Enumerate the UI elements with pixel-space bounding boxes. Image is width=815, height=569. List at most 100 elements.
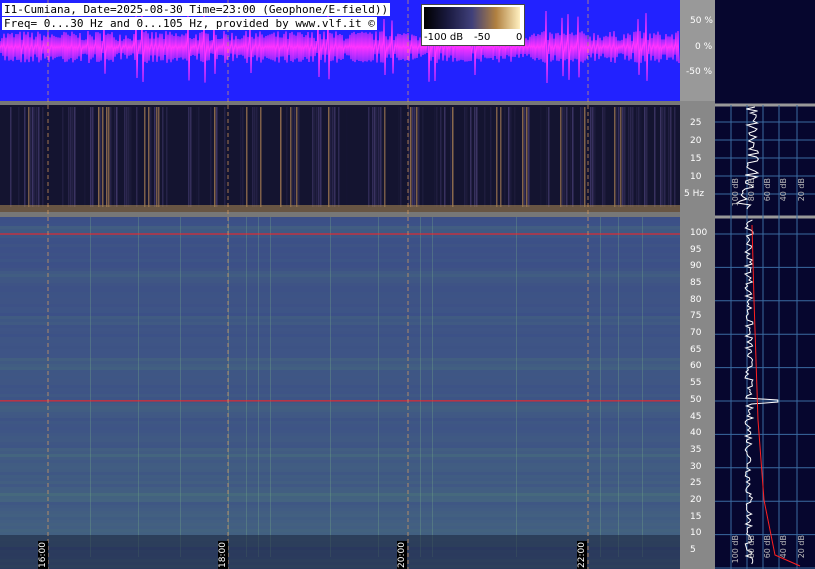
low-spectro-streak xyxy=(376,107,378,207)
high-spectro-streak xyxy=(90,217,91,557)
low-spectro-streak xyxy=(490,107,492,207)
high-spectro-row xyxy=(0,292,680,295)
high-spectro-row xyxy=(0,325,680,328)
high-spectro-row xyxy=(0,424,680,427)
low-spectro-streak xyxy=(130,107,132,207)
low-spectro-streak xyxy=(110,107,112,207)
low-spectro-streak xyxy=(148,107,150,207)
high-tick-60: 60 xyxy=(690,361,702,372)
high-spectro-row xyxy=(0,517,680,520)
low-spectro-streak xyxy=(296,107,298,207)
high-spectro-row xyxy=(0,340,680,343)
low-spectro-streak xyxy=(242,107,244,207)
low-spectro-streak xyxy=(674,107,676,207)
high-spectro-streak xyxy=(432,217,433,557)
high-spectro-row xyxy=(0,334,680,337)
high-spectro-row xyxy=(0,295,680,298)
low-spectro-streak xyxy=(590,107,592,207)
low-spectro-streak xyxy=(660,107,662,207)
low-tick-15: 15 xyxy=(690,154,702,164)
low-spectro-streak xyxy=(24,107,26,207)
low-spectro-streak xyxy=(560,107,562,207)
low-spectro-streak xyxy=(440,107,442,207)
low-spectro-streak xyxy=(328,107,330,207)
low-spectro-streak xyxy=(70,107,72,207)
high-spectro-row xyxy=(0,397,680,400)
low-spectro-streak xyxy=(510,107,512,207)
high-spectro-row xyxy=(0,487,680,490)
high-spectro-row xyxy=(0,529,680,532)
low-spectro-streak xyxy=(158,107,160,207)
high-spectro-row xyxy=(0,490,680,493)
low-spectro-streak xyxy=(528,107,530,207)
low-spectro-streak xyxy=(646,107,648,207)
high-spectro-row xyxy=(0,361,680,364)
high-spectro-streak xyxy=(618,217,619,557)
low-spectro-streak xyxy=(292,107,294,207)
profile-high-label-4: 20 dB xyxy=(797,535,806,559)
high-tick-25: 25 xyxy=(690,478,702,489)
profile-high-label-2: 60 dB xyxy=(763,535,772,559)
header-line-2: Freq= 0...30 Hz and 0...105 Hz, provided… xyxy=(2,17,377,30)
high-spectro-row xyxy=(0,331,680,334)
low-spectro-streak xyxy=(434,107,436,207)
low-spectro-streak xyxy=(18,107,20,207)
low-spectro-streak xyxy=(466,107,468,207)
low-spectro-streak xyxy=(368,107,370,207)
low-spectro-streak xyxy=(34,107,36,207)
high-spectro-row xyxy=(0,475,680,478)
high-spectro-row xyxy=(0,238,680,241)
high-spectro-streak xyxy=(600,217,601,557)
low-spectro-streak xyxy=(636,107,638,207)
low-spectro-streak xyxy=(136,107,138,207)
time-tag-18: 18:00 xyxy=(218,541,228,569)
low-spectro-streak xyxy=(100,107,102,207)
low-spectro-streak xyxy=(584,107,586,207)
high-tick-95: 95 xyxy=(690,244,702,255)
high-spectro-row xyxy=(0,448,680,451)
low-spectro-streak xyxy=(214,107,216,207)
high-spectro-row xyxy=(0,439,680,442)
low-spectro-streak xyxy=(444,107,446,207)
low-spectro-streak xyxy=(494,107,496,207)
high-spectro-row xyxy=(0,421,680,424)
high-spectro-row xyxy=(0,466,680,469)
low-spectro-streak xyxy=(90,107,92,207)
low-spectro-streak xyxy=(414,107,416,207)
high-spectro-row xyxy=(0,316,680,319)
low-spectro-streak xyxy=(508,107,510,207)
high-spectro-row xyxy=(0,394,680,397)
high-spectro-row xyxy=(0,499,680,502)
low-spectro-streak xyxy=(410,107,412,207)
high-spectro-row xyxy=(0,220,680,223)
low-spectro-streak xyxy=(294,107,296,207)
high-tick-70: 70 xyxy=(690,328,702,339)
low-spectro-streak xyxy=(346,107,348,207)
high-spectro-row xyxy=(0,358,680,361)
low-spectro-streak xyxy=(314,107,316,207)
low-spectro-streak xyxy=(334,107,336,207)
high-spectro-row xyxy=(0,283,680,286)
low-spectro-streak xyxy=(436,107,438,207)
high-spectro-row xyxy=(0,301,680,304)
high-spectro-streak xyxy=(180,217,181,557)
low-spectro-streak xyxy=(514,107,516,207)
low-spectro-streak xyxy=(628,107,630,207)
high-spectro-row xyxy=(0,505,680,508)
high-spectro-row xyxy=(0,304,680,307)
low-spectro-streak xyxy=(378,107,380,207)
high-spectro-streak xyxy=(330,217,331,557)
high-spectro-streak xyxy=(642,217,643,557)
high-spectro-row xyxy=(0,352,680,355)
low-spectro-streak xyxy=(84,107,86,207)
high-spectro-row xyxy=(0,436,680,439)
low-spectro-streak xyxy=(580,107,582,207)
low-spectro-streak xyxy=(484,107,486,207)
high-spectro-row xyxy=(0,442,680,445)
high-spectro-row xyxy=(0,298,680,301)
high-spectro-row xyxy=(0,223,680,226)
low-spectro-streak xyxy=(216,107,218,207)
low-spectro-streak xyxy=(620,107,622,207)
profile-high-label-1: 80 dB xyxy=(747,535,756,559)
low-spectro-streak xyxy=(570,107,572,207)
